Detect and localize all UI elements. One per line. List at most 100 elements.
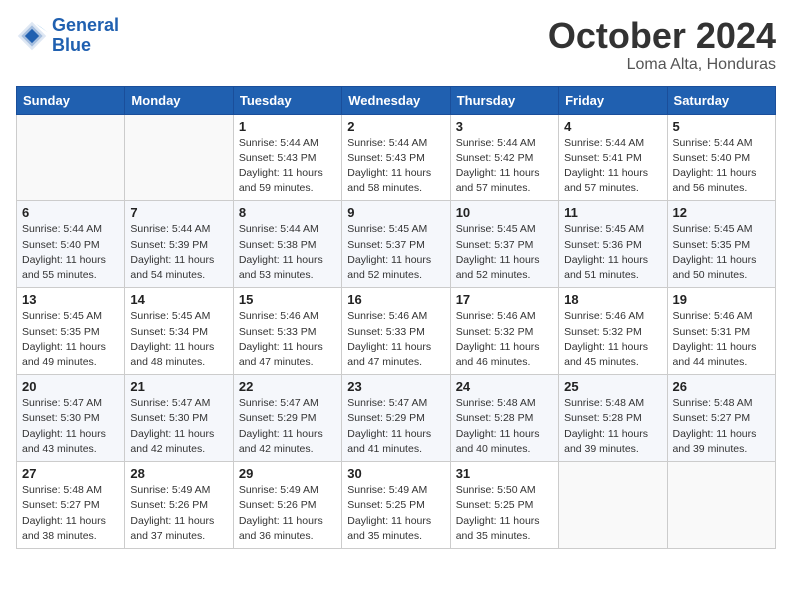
day-info: Sunrise: 5:46 AM Sunset: 5:31 PM Dayligh… xyxy=(673,309,770,370)
calendar-cell: 9 Sunrise: 5:45 AM Sunset: 5:37 PM Daylig… xyxy=(342,201,450,288)
calendar-cell: 31 Sunrise: 5:50 AM Sunset: 5:25 PM Dayli… xyxy=(450,462,558,549)
calendar-cell: 12 Sunrise: 5:45 AM Sunset: 5:35 PM Dayli… xyxy=(667,201,775,288)
weekday-thursday: Thursday xyxy=(450,86,558,114)
day-number: 7 xyxy=(130,205,227,220)
calendar-cell: 5 Sunrise: 5:44 AM Sunset: 5:40 PM Daylig… xyxy=(667,114,775,201)
calendar-cell: 6 Sunrise: 5:44 AM Sunset: 5:40 PM Daylig… xyxy=(17,201,125,288)
weekday-sunday: Sunday xyxy=(17,86,125,114)
day-number: 6 xyxy=(22,205,119,220)
day-number: 12 xyxy=(673,205,770,220)
day-info: Sunrise: 5:45 AM Sunset: 5:36 PM Dayligh… xyxy=(564,222,661,283)
day-number: 13 xyxy=(22,292,119,307)
logo-general: General xyxy=(52,16,119,36)
day-number: 23 xyxy=(347,379,444,394)
day-info: Sunrise: 5:49 AM Sunset: 5:25 PM Dayligh… xyxy=(347,483,444,544)
day-info: Sunrise: 5:48 AM Sunset: 5:28 PM Dayligh… xyxy=(564,396,661,457)
weekday-wednesday: Wednesday xyxy=(342,86,450,114)
day-number: 14 xyxy=(130,292,227,307)
calendar-cell: 7Sunrise: 5:44 AM Sunset: 5:39 PM Daylig… xyxy=(125,201,233,288)
day-number: 29 xyxy=(239,466,336,481)
day-number: 18 xyxy=(564,292,661,307)
calendar-cell xyxy=(125,114,233,201)
day-number: 27 xyxy=(22,466,119,481)
calendar-cell: 26 Sunrise: 5:48 AM Sunset: 5:27 PM Dayli… xyxy=(667,375,775,462)
location: Loma Alta, Honduras xyxy=(548,56,776,74)
day-info: Sunrise: 5:46 AM Sunset: 5:33 PM Dayligh… xyxy=(239,309,336,370)
day-info: Sunrise: 5:46 AM Sunset: 5:32 PM Dayligh… xyxy=(564,309,661,370)
weekday-monday: Monday xyxy=(125,86,233,114)
logo: General Blue xyxy=(16,16,119,56)
day-info: Sunrise: 5:49 AM Sunset: 5:26 PM Dayligh… xyxy=(130,483,227,544)
day-number: 22 xyxy=(239,379,336,394)
logo-text: General Blue xyxy=(52,16,119,56)
weekday-tuesday: Tuesday xyxy=(233,86,341,114)
weekday-header-row: SundayMondayTuesdayWednesdayThursdayFrid… xyxy=(17,86,776,114)
day-number: 19 xyxy=(673,292,770,307)
day-number: 1 xyxy=(239,119,336,134)
day-info: Sunrise: 5:45 AM Sunset: 5:34 PM Dayligh… xyxy=(130,309,227,370)
logo-blue: Blue xyxy=(52,36,119,56)
day-number: 5 xyxy=(673,119,770,134)
day-info: Sunrise: 5:48 AM Sunset: 5:27 PM Dayligh… xyxy=(673,396,770,457)
day-info: Sunrise: 5:44 AM Sunset: 5:40 PM Dayligh… xyxy=(673,136,770,197)
day-number: 31 xyxy=(456,466,553,481)
day-number: 20 xyxy=(22,379,119,394)
weekday-friday: Friday xyxy=(559,86,667,114)
calendar-cell: 11 Sunrise: 5:45 AM Sunset: 5:36 PM Dayli… xyxy=(559,201,667,288)
day-info: Sunrise: 5:45 AM Sunset: 5:37 PM Dayligh… xyxy=(456,222,553,283)
day-number: 26 xyxy=(673,379,770,394)
calendar-cell: 16Sunrise: 5:46 AM Sunset: 5:33 PM Dayli… xyxy=(342,288,450,375)
day-number: 25 xyxy=(564,379,661,394)
day-info: Sunrise: 5:44 AM Sunset: 5:42 PM Dayligh… xyxy=(456,136,553,197)
calendar-cell: 15 Sunrise: 5:46 AM Sunset: 5:33 PM Dayli… xyxy=(233,288,341,375)
day-info: Sunrise: 5:44 AM Sunset: 5:43 PM Dayligh… xyxy=(239,136,336,197)
calendar-cell: 17 Sunrise: 5:46 AM Sunset: 5:32 PM Dayli… xyxy=(450,288,558,375)
calendar-cell: 13 Sunrise: 5:45 AM Sunset: 5:35 PM Dayli… xyxy=(17,288,125,375)
calendar-body: 1 Sunrise: 5:44 AM Sunset: 5:43 PM Daylig… xyxy=(17,114,776,548)
calendar-cell: 22 Sunrise: 5:47 AM Sunset: 5:29 PM Dayli… xyxy=(233,375,341,462)
day-info: Sunrise: 5:47 AM Sunset: 5:30 PM Dayligh… xyxy=(22,396,119,457)
day-number: 11 xyxy=(564,205,661,220)
logo-icon xyxy=(16,20,48,52)
day-number: 3 xyxy=(456,119,553,134)
day-info: Sunrise: 5:50 AM Sunset: 5:25 PM Dayligh… xyxy=(456,483,553,544)
day-info: Sunrise: 5:44 AM Sunset: 5:40 PM Dayligh… xyxy=(22,222,119,283)
day-number: 17 xyxy=(456,292,553,307)
day-number: 15 xyxy=(239,292,336,307)
weekday-saturday: Saturday xyxy=(667,86,775,114)
calendar-cell: 4 Sunrise: 5:44 AM Sunset: 5:41 PM Daylig… xyxy=(559,114,667,201)
calendar-cell: 28 Sunrise: 5:49 AM Sunset: 5:26 PM Dayli… xyxy=(125,462,233,549)
calendar-cell xyxy=(667,462,775,549)
day-info: Sunrise: 5:49 AM Sunset: 5:26 PM Dayligh… xyxy=(239,483,336,544)
week-row-5: 27 Sunrise: 5:48 AM Sunset: 5:27 PM Dayli… xyxy=(17,462,776,549)
calendar-cell: 19 Sunrise: 5:46 AM Sunset: 5:31 PM Dayli… xyxy=(667,288,775,375)
day-number: 28 xyxy=(130,466,227,481)
calendar-cell: 3 Sunrise: 5:44 AM Sunset: 5:42 PM Daylig… xyxy=(450,114,558,201)
calendar-cell: 20 Sunrise: 5:47 AM Sunset: 5:30 PM Dayli… xyxy=(17,375,125,462)
day-number: 9 xyxy=(347,205,444,220)
day-number: 2 xyxy=(347,119,444,134)
day-number: 8 xyxy=(239,205,336,220)
day-info: Sunrise: 5:44 AM Sunset: 5:38 PM Dayligh… xyxy=(239,222,336,283)
week-row-1: 1 Sunrise: 5:44 AM Sunset: 5:43 PM Daylig… xyxy=(17,114,776,201)
calendar-cell: 18 Sunrise: 5:46 AM Sunset: 5:32 PM Dayli… xyxy=(559,288,667,375)
day-info: Sunrise: 5:46 AM Sunset: 5:33 PM Dayligh… xyxy=(347,309,444,370)
day-info: Sunrise: 5:48 AM Sunset: 5:27 PM Dayligh… xyxy=(22,483,119,544)
calendar-cell xyxy=(17,114,125,201)
week-row-3: 13 Sunrise: 5:45 AM Sunset: 5:35 PM Dayli… xyxy=(17,288,776,375)
calendar-cell xyxy=(559,462,667,549)
day-info: Sunrise: 5:44 AM Sunset: 5:41 PM Dayligh… xyxy=(564,136,661,197)
calendar-cell: 27 Sunrise: 5:48 AM Sunset: 5:27 PM Dayli… xyxy=(17,462,125,549)
day-info: Sunrise: 5:46 AM Sunset: 5:32 PM Dayligh… xyxy=(456,309,553,370)
month-title: October 2024 xyxy=(548,16,776,56)
calendar: SundayMondayTuesdayWednesdayThursdayFrid… xyxy=(16,86,776,549)
calendar-cell: 29 Sunrise: 5:49 AM Sunset: 5:26 PM Dayli… xyxy=(233,462,341,549)
calendar-cell: 8 Sunrise: 5:44 AM Sunset: 5:38 PM Daylig… xyxy=(233,201,341,288)
day-info: Sunrise: 5:45 AM Sunset: 5:35 PM Dayligh… xyxy=(22,309,119,370)
day-info: Sunrise: 5:45 AM Sunset: 5:35 PM Dayligh… xyxy=(673,222,770,283)
day-number: 30 xyxy=(347,466,444,481)
day-info: Sunrise: 5:45 AM Sunset: 5:37 PM Dayligh… xyxy=(347,222,444,283)
day-number: 4 xyxy=(564,119,661,134)
day-info: Sunrise: 5:47 AM Sunset: 5:29 PM Dayligh… xyxy=(239,396,336,457)
day-number: 21 xyxy=(130,379,227,394)
